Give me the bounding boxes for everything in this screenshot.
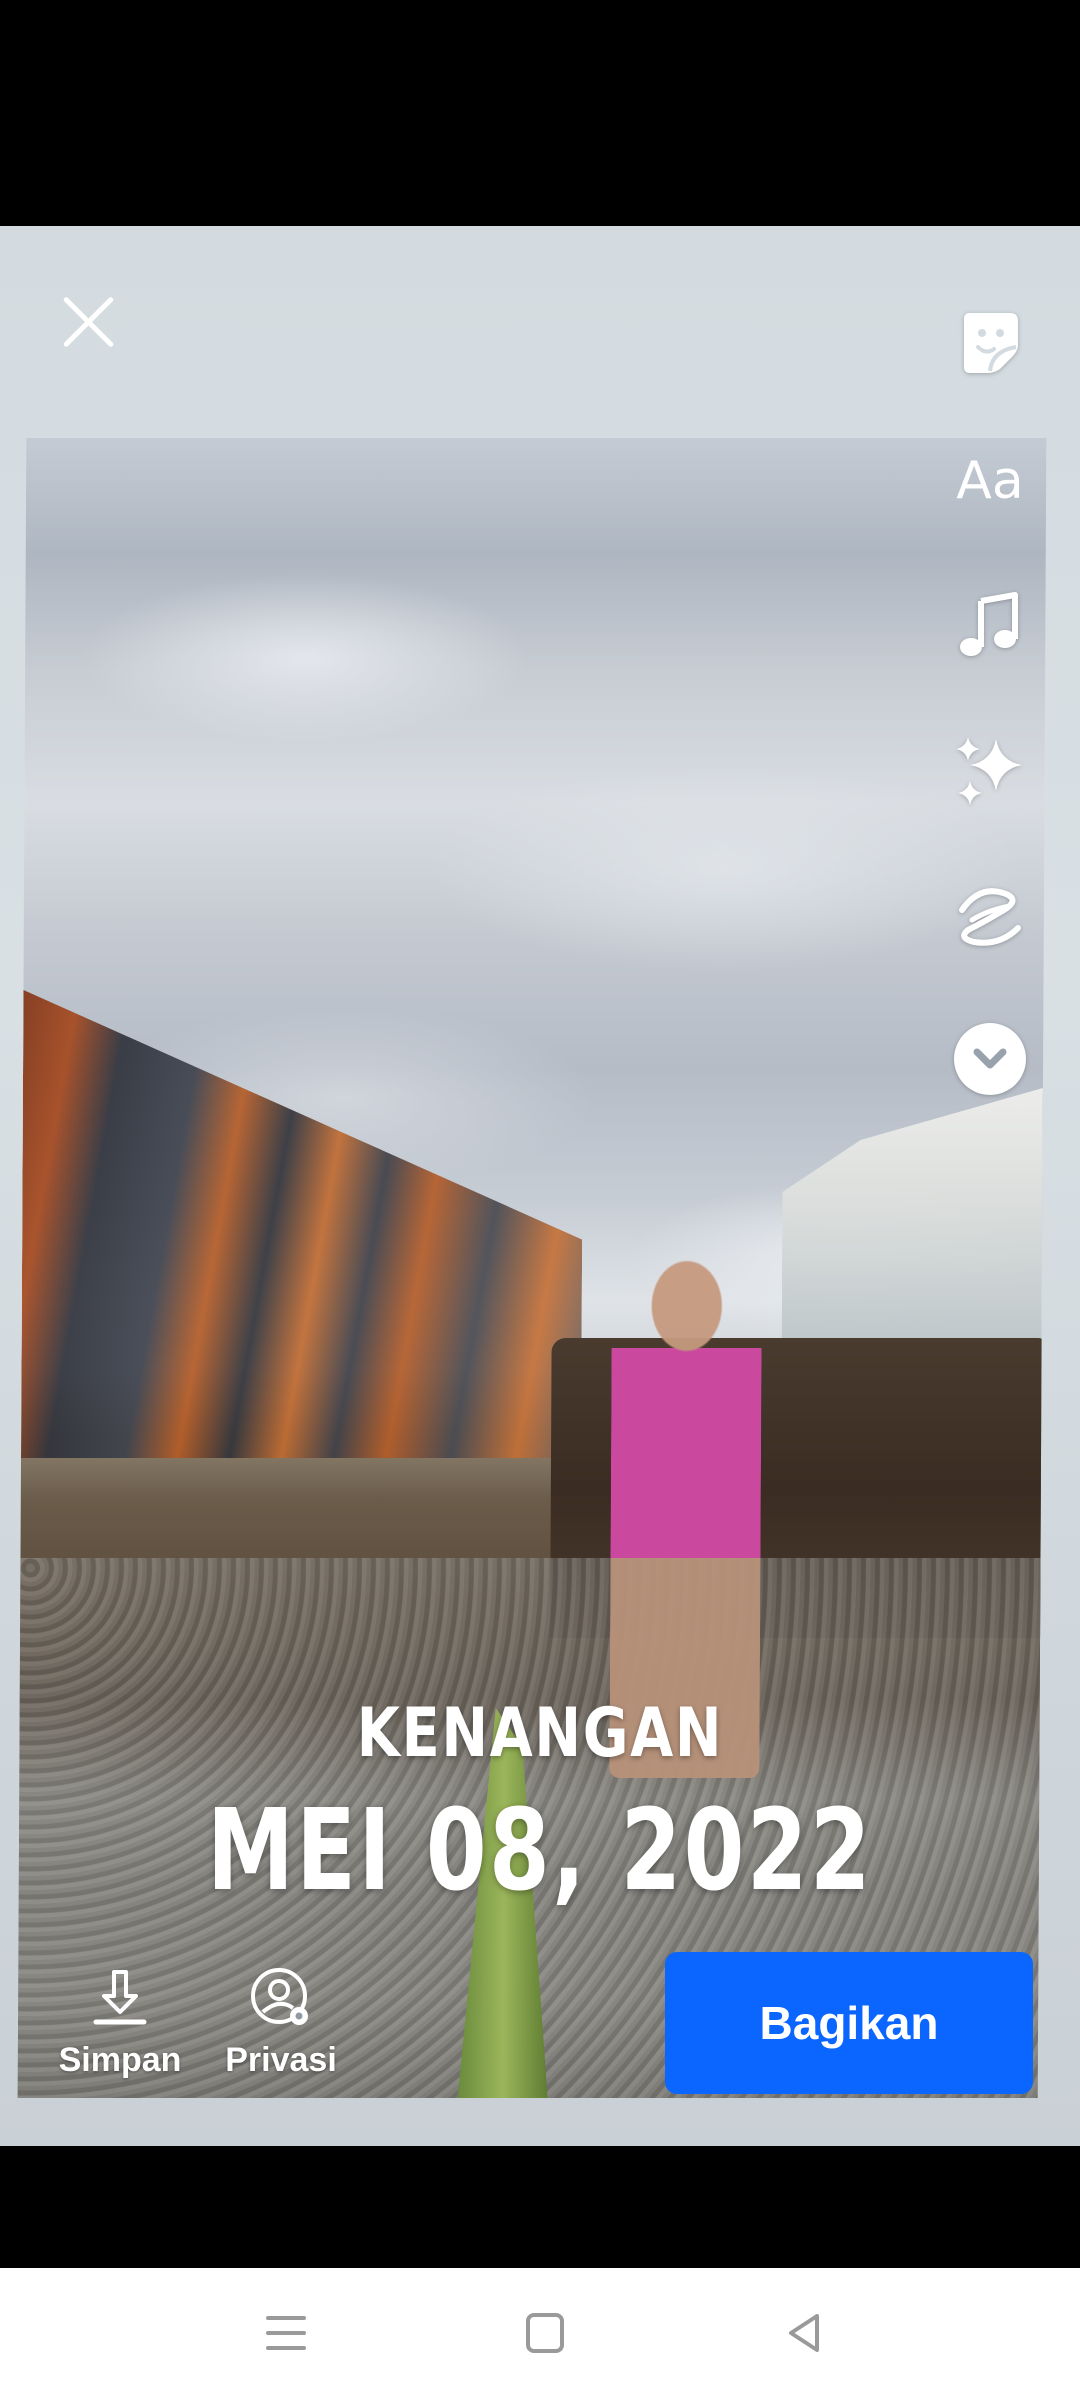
privacy-button[interactable]: Privasi bbox=[211, 1966, 351, 2080]
music-icon bbox=[960, 592, 1018, 656]
back-button[interactable] bbox=[775, 2308, 835, 2358]
status-bar bbox=[0, 0, 1080, 226]
share-button[interactable]: Bagikan bbox=[665, 1952, 1033, 2094]
story-editor: Aa KENANGAN MEI 08, 2022 Simpan Privasi … bbox=[0, 226, 1080, 2146]
chevron-down-icon bbox=[954, 1023, 1026, 1095]
effects-button[interactable] bbox=[950, 731, 1030, 811]
music-button[interactable] bbox=[950, 586, 1030, 666]
text-button[interactable]: Aa bbox=[950, 441, 1030, 521]
save-button[interactable]: Simpan bbox=[50, 1966, 190, 2080]
text-icon: Aa bbox=[956, 451, 1024, 511]
privacy-settings-icon bbox=[251, 1968, 308, 2025]
close-button[interactable] bbox=[52, 286, 124, 358]
menu-button[interactable] bbox=[256, 2308, 316, 2358]
squiggle-button[interactable] bbox=[950, 876, 1030, 956]
menu-icon bbox=[266, 2316, 306, 2350]
more-tools-button[interactable] bbox=[950, 1019, 1030, 1099]
effects-icon bbox=[956, 737, 1022, 805]
memory-label: KENANGAN bbox=[356, 1694, 724, 1773]
sticker-icon bbox=[964, 313, 1018, 373]
navigation-bar bbox=[0, 2268, 1080, 2400]
sticker-button[interactable] bbox=[950, 301, 1030, 381]
privacy-label: Privasi bbox=[225, 2041, 337, 2079]
memory-date: MEI 08, 2022 bbox=[207, 1786, 873, 1916]
bottom-black-band bbox=[0, 2146, 1080, 2268]
download-icon bbox=[93, 1970, 147, 2025]
home-button[interactable] bbox=[515, 2308, 575, 2358]
back-icon bbox=[789, 2314, 819, 2352]
squiggle-icon bbox=[959, 888, 1021, 946]
save-label: Simpan bbox=[58, 2041, 182, 2079]
home-icon bbox=[526, 2313, 564, 2353]
